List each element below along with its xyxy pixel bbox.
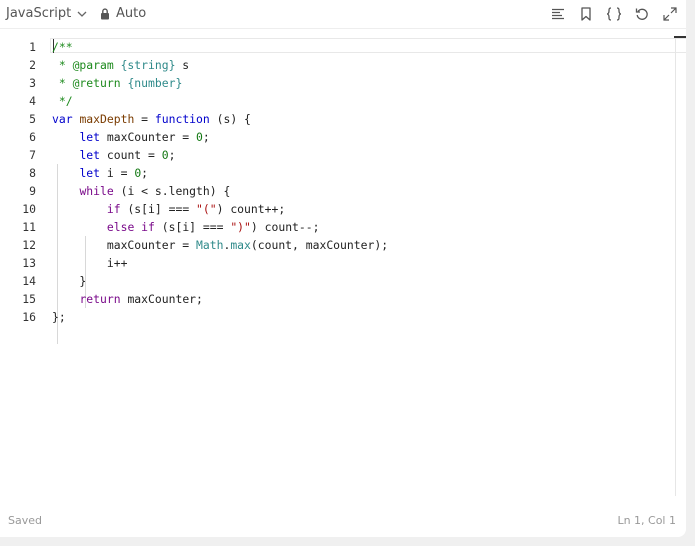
cursor-position: Ln 1, Col 1 (617, 514, 676, 527)
line-number: 16 (22, 310, 36, 324)
code-line: while (i < s.length) { (79, 184, 231, 198)
code-line: if (s[i] === "(") count++; (106, 202, 286, 216)
format-icon (552, 8, 564, 20)
code-line: return maxCounter; (79, 292, 203, 306)
scrollbar-marker[interactable] (674, 36, 686, 38)
expand-button[interactable] (660, 5, 680, 23)
code-line: * @param {string} s (52, 58, 190, 72)
code-line: var maxDepth = function (s) { (52, 112, 251, 126)
reset-button[interactable] (632, 5, 652, 23)
code-line: else if (s[i] === ")") count--; (106, 220, 320, 234)
line-number: 4 (29, 94, 36, 108)
line-number: 13 (22, 256, 36, 270)
bookmark-button[interactable] (576, 5, 596, 23)
expand-icon (663, 7, 677, 21)
line-number: 10 (22, 202, 36, 216)
code-line: /** (52, 40, 73, 54)
reset-icon (635, 8, 648, 20)
code-line: i++ (52, 256, 128, 270)
save-status: Saved (8, 514, 42, 527)
code-line: let i = 0; (79, 166, 149, 180)
line-number-gutter: 1 2 3 4 5 6 7 8 9 10 11 12 13 14 15 16 (0, 38, 36, 326)
mode-label: Auto (116, 6, 147, 21)
code-line: } (52, 274, 87, 288)
line-number: 8 (29, 166, 36, 180)
line-number: 6 (29, 130, 36, 144)
bookmark-icon (581, 7, 591, 21)
line-number: 3 (29, 76, 36, 90)
line-number: 7 (29, 148, 36, 162)
code-line: * @return {number} (52, 76, 183, 90)
line-number: 14 (22, 274, 36, 288)
toolbar-actions (540, 5, 680, 23)
line-number: 2 (29, 58, 36, 72)
line-number: 11 (22, 220, 36, 234)
code-line: maxCounter = Math.max(count, maxCounter)… (52, 238, 389, 252)
language-selector[interactable]: JavaScript (6, 6, 87, 21)
braces-button[interactable] (604, 5, 624, 23)
line-number: 1 (29, 40, 36, 54)
code-editor-panel: JavaScript Auto 1 2 3 4 5 6 7 8 9 10 11 … (0, 0, 686, 537)
code-text[interactable]: /** * @param {string} s * @return {numbe… (52, 38, 388, 326)
code-line: let maxCounter = 0; (79, 130, 210, 144)
code-line: */ (52, 94, 73, 108)
scrollbar-track[interactable] (675, 36, 676, 496)
editor-toolbar: JavaScript Auto (0, 0, 686, 29)
code-area[interactable]: 1 2 3 4 5 6 7 8 9 10 11 12 13 14 15 16 /… (0, 36, 686, 496)
code-line: let count = 0; (79, 148, 176, 162)
code-line: }; (52, 310, 66, 324)
braces-icon (606, 7, 622, 21)
lock-icon (101, 7, 109, 19)
line-number: 9 (29, 184, 36, 198)
line-number: 5 (29, 112, 36, 126)
status-bar: Saved Ln 1, Col 1 (0, 505, 686, 537)
language-label: JavaScript (6, 6, 72, 21)
mode-selector[interactable]: Auto (100, 6, 146, 21)
chevron-down-icon (77, 11, 87, 17)
line-number: 12 (22, 238, 36, 252)
format-button[interactable] (548, 5, 568, 23)
line-number: 15 (22, 292, 36, 306)
